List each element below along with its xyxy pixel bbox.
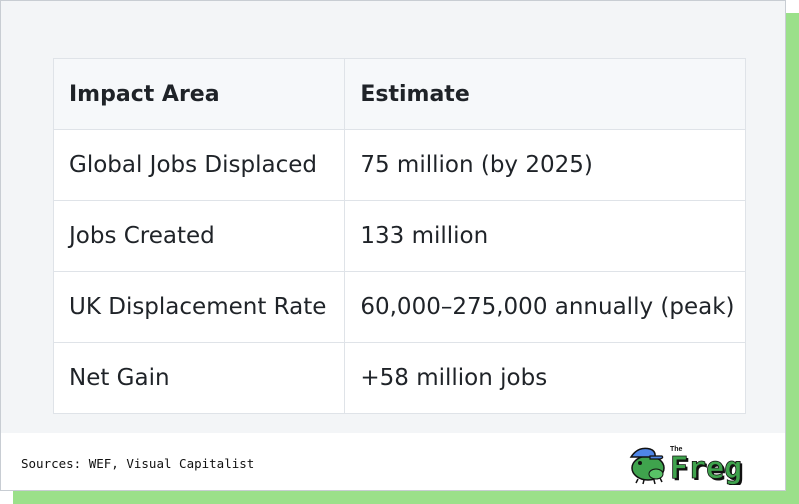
impact-area-cell: Global Jobs Displaced [52, 129, 346, 201]
table-row: Global Jobs Displaced 75 million (by 202… [52, 129, 746, 201]
freg-logo: The Freg Freg [629, 446, 744, 485]
column-header-impact-area: Impact Area [52, 58, 346, 130]
infographic-card: Impact Area Estimate Global Jobs Displac… [0, 0, 786, 491]
logo-text: Freg [670, 451, 742, 485]
table-row: Jobs Created 133 million [52, 200, 746, 272]
impact-area-cell: Jobs Created [52, 200, 346, 272]
table-panel: Impact Area Estimate Global Jobs Displac… [1, 1, 785, 433]
table-row: Net Gain +58 million jobs [52, 342, 746, 414]
estimate-cell: 133 million [344, 200, 746, 272]
column-header-estimate: Estimate [344, 58, 746, 130]
table-header-row: Impact Area Estimate [52, 58, 746, 130]
frog-mascot-icon [629, 447, 665, 485]
footer: Sources: WEF, Visual Capitalist The Freg… [1, 433, 785, 490]
sources-caption: Sources: WEF, Visual Capitalist [21, 456, 255, 471]
impact-area-cell: UK Displacement Rate [52, 271, 346, 343]
estimate-cell: 75 million (by 2025) [344, 129, 746, 201]
impact-area-cell: Net Gain [52, 342, 346, 414]
impact-table: Impact Area Estimate Global Jobs Displac… [52, 58, 746, 414]
estimate-cell: +58 million jobs [344, 342, 746, 414]
estimate-cell: 60,000–275,000 annually (peak) [344, 271, 746, 343]
table-row: UK Displacement Rate 60,000–275,000 annu… [52, 271, 746, 343]
